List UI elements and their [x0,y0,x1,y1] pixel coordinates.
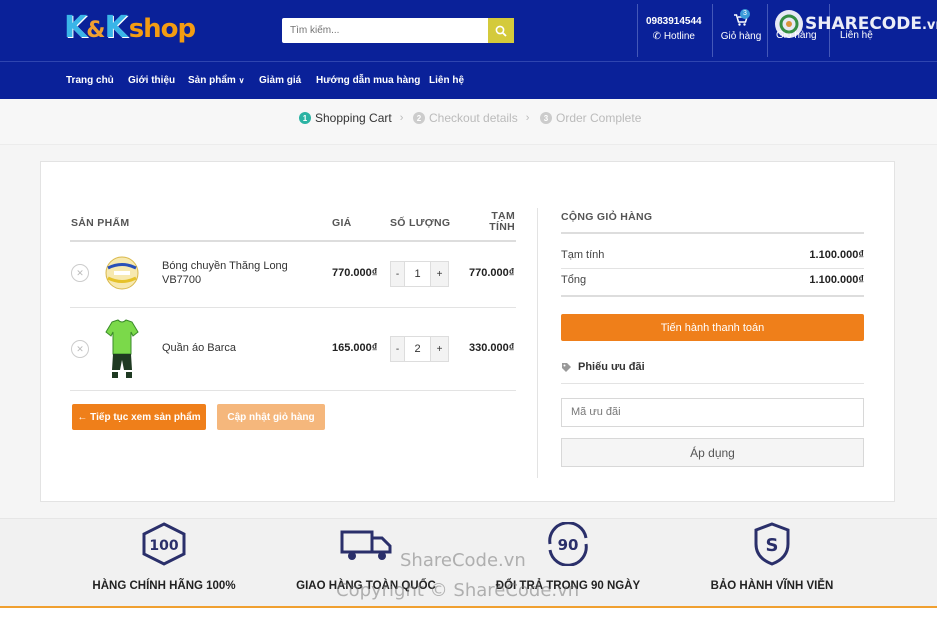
step-label: Order Complete [556,111,642,125]
product-thumbnail-jersey[interactable] [104,318,140,380]
cart-button[interactable]: 3 Giỏ hàng [719,9,763,42]
coupon-divider [561,383,864,384]
svg-text:S: S [766,535,779,556]
chevron-right-icon: › [525,112,530,124]
truck-icon [340,530,392,560]
apply-coupon-button[interactable]: Áp dụng [561,438,864,467]
search-input[interactable] [282,18,487,43]
checkout-button[interactable]: Tiến hành thanh toán [561,314,864,341]
col-header-quantity: SỐ LƯỢNG [390,217,451,229]
product-thumbnail-volleyball[interactable] [104,255,140,291]
subtotal-label: Tạm tính [561,249,605,261]
step-number: 1 [299,112,311,124]
col-header-subtotal: TẠM TÍNH [489,210,515,233]
sharecode-copyright-watermark: Copyright © ShareCode.vn [336,580,580,601]
step-label: Checkout details [429,111,518,125]
tag-icon [562,362,571,372]
top-header: K&Kshop 0983914544 ✆ Hotline 3 Giỏ hàng … [0,0,937,61]
header-divider [767,4,768,57]
product-subtotal: 770.000₫ [469,267,515,279]
phone-icon: ✆ [652,31,662,42]
quantity-stepper: - 2 + [390,336,449,362]
cart-label: Giỏ hàng [720,31,762,42]
step-number: 2 [413,112,425,124]
svg-text:100: 100 [149,538,178,554]
header-divider [637,4,638,57]
feature-label: HÀNG CHÍNH HÃNG 100% [92,580,236,592]
coupon-heading: Phiếu ưu đãi [561,361,645,373]
nav-item-home[interactable]: Trang chủ [66,75,114,86]
coupon-code-input[interactable]: Mã ưu đãi [561,398,864,427]
remove-item-button[interactable]: ✕ [71,264,89,282]
quantity-minus-button[interactable]: - [391,337,405,361]
main-nav: Trang chủ Giới thiệu Sản phẩm ∨ Giảm giá… [0,61,937,99]
search-box [282,18,514,43]
subtotal-row: Tạm tính 1.100.000₫ [561,249,864,261]
checkout-steps: 1 Shopping Cart › 2 Checkout details › 3… [0,99,937,145]
sharecode-logo-icon [775,10,803,38]
svg-text:90: 90 [558,536,579,554]
product-name-link[interactable]: Quần áo Barca [162,341,302,355]
totals-divider [561,268,864,269]
cart-count-badge: 3 [740,9,750,19]
cart-totals-title: CỘNG GIỎ HÀNG [561,211,653,223]
quantity-input[interactable]: 2 [405,337,430,361]
product-price: 165.000₫ [332,342,378,354]
nav-item-contact[interactable]: Liên hệ [429,75,464,86]
col-header-product: SẢN PHẨM [71,217,130,229]
continue-shopping-button[interactable]: ← Tiếp tục xem sản phẩm [72,404,206,430]
header-divider [712,4,713,57]
total-label: Tổng [561,274,587,286]
total-row: Tổng 1.100.000₫ [561,274,864,286]
row-divider [70,390,516,391]
remove-item-button[interactable]: ✕ [71,340,89,358]
quantity-plus-button[interactable]: + [430,262,448,286]
footer-strip [0,608,937,623]
shield-s-icon: S [754,522,790,566]
sharecode-watermark-text: ShareCode.vn [400,550,526,571]
chevron-right-icon: › [399,112,404,124]
nav-item-sale[interactable]: Giảm giá [259,75,301,86]
hotline-label: Hotline [663,31,695,42]
return-90-icon: 90 [548,522,588,566]
nav-item-products[interactable]: Sản phẩm ∨ [188,75,244,86]
step-order-complete[interactable]: 3 Order Complete [540,111,641,125]
hotline-block[interactable]: 0983914544 ✆ Hotline [646,16,702,42]
quantity-input[interactable]: 1 [405,262,430,286]
nav-item-guide[interactable]: Hướng dẫn mua hàng [316,75,420,86]
search-icon [495,25,507,37]
chevron-down-icon: ∨ [238,76,245,85]
product-subtotal: 330.000₫ [469,342,515,354]
step-checkout-details[interactable]: 2 Checkout details › [413,111,529,125]
product-price: 770.000₫ [332,267,378,279]
product-name-link[interactable]: Bóng chuyền Thăng Long VB7700 [162,259,302,287]
step-shopping-cart[interactable]: 1 Shopping Cart › [299,111,403,125]
step-number: 3 [540,112,552,124]
feature-label: BẢO HÀNH VĨNH VIỄN [710,580,834,592]
search-button[interactable] [488,18,514,43]
column-divider [537,208,538,478]
sharecode-watermark-logo: SHARECODE.vn [775,10,937,38]
step-label: Shopping Cart [315,111,392,125]
close-icon: ✕ [76,267,84,278]
table-header-divider [70,240,516,242]
row-divider [70,307,516,308]
quantity-plus-button[interactable]: + [430,337,448,361]
close-icon: ✕ [76,343,84,354]
hotline-number: 0983914544 [646,16,702,27]
total-value: 1.100.000₫ [809,274,864,286]
feature-warranty: S BẢO HÀNH VĨNH VIỄN [682,518,862,592]
subtotal-value: 1.100.000₫ [809,249,864,261]
totals-divider [561,232,864,234]
quantity-minus-button[interactable]: - [391,262,405,286]
nav-item-about[interactable]: Giới thiệu [128,75,175,86]
sharecode-logo-text: SHARECODE.vn [805,14,937,34]
site-logo[interactable]: K&Kshop [64,10,196,45]
update-cart-button[interactable]: Cập nhật giỏ hàng [217,404,325,430]
quantity-stepper: - 1 + [390,261,449,287]
badge-100-icon: 100 [142,522,186,566]
totals-divider [561,295,864,297]
feature-authentic: 100 HÀNG CHÍNH HÃNG 100% [74,518,254,592]
col-header-price: GIÁ [332,217,352,229]
